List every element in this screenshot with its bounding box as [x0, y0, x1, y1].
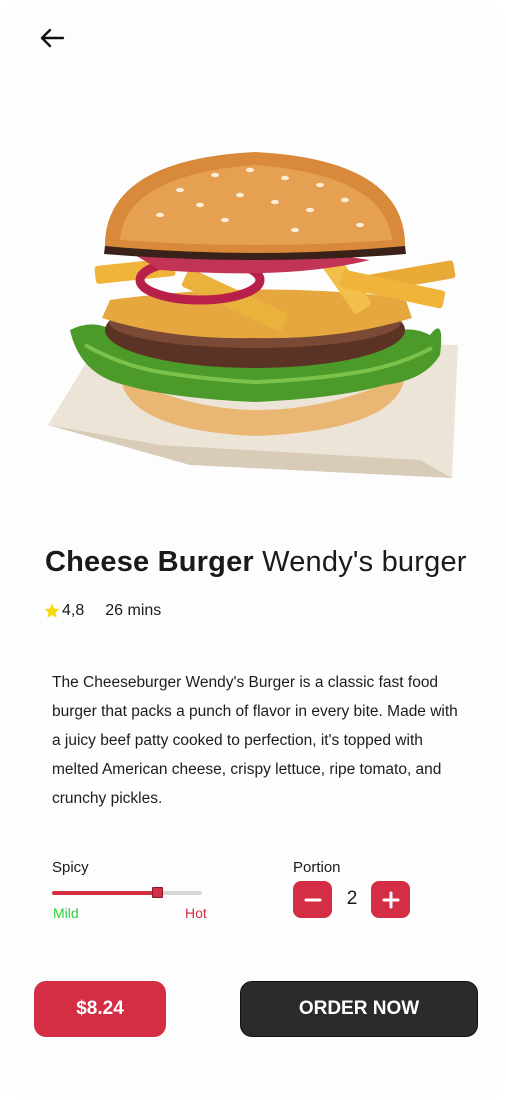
minus-icon	[304, 898, 321, 901]
arrow-left-icon	[40, 28, 65, 48]
portion-quantity: 2	[346, 888, 358, 909]
price-button[interactable]: $8.24	[34, 981, 166, 1037]
product-name: Cheese Burger	[45, 546, 254, 578]
decrease-portion-button[interactable]	[293, 881, 332, 918]
order-now-button[interactable]: ORDER NOW	[240, 981, 478, 1037]
product-description: The Cheeseburger Wendy's Burger is a cla…	[52, 674, 458, 807]
cheese-burger-image	[48, 152, 458, 478]
prep-time: 26 mins	[105, 602, 162, 619]
product-detail-screen: Cheese Burger Wendy's burger 4,8 26 mins…	[0, 0, 506, 1100]
plus-icon	[382, 891, 399, 908]
back-button[interactable]	[30, 20, 74, 56]
star-icon	[44, 603, 60, 618]
slider-thumb[interactable]	[152, 887, 163, 898]
product-title: Cheese Burger Wendy's burger	[45, 546, 467, 579]
product-subtitle: Wendy's burger	[262, 546, 467, 578]
slider-fill	[52, 891, 157, 895]
portion-label: Portion	[293, 859, 341, 876]
spicy-max-label: Hot	[185, 905, 207, 921]
rating-value: 4,8	[62, 602, 85, 619]
spicy-slider[interactable]	[52, 885, 202, 901]
spicy-min-label: Mild	[53, 905, 79, 921]
spicy-label: Spicy	[52, 859, 89, 876]
product-meta: 4,8 26 mins	[43, 602, 161, 620]
increase-portion-button[interactable]	[371, 881, 410, 918]
